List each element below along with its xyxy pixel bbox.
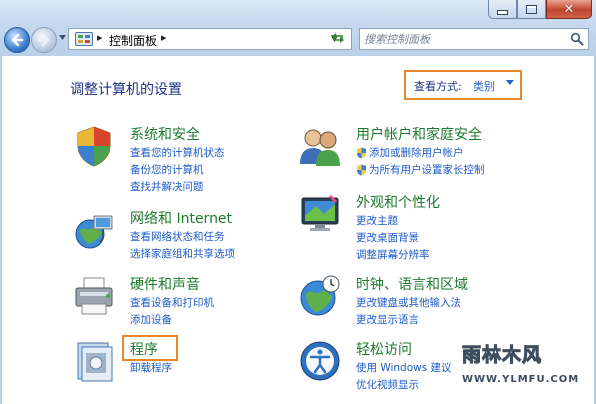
chevron-down-icon[interactable] xyxy=(506,80,514,85)
maximize-icon xyxy=(526,4,537,14)
category-title[interactable]: 硬件和声音 xyxy=(130,274,200,294)
window-controls: ✕ xyxy=(488,0,592,19)
watermark-title: 雨林木风 xyxy=(461,344,543,367)
category-links: 更改键盘或其他输入法 更改显示语言 xyxy=(356,295,461,329)
link-add-device[interactable]: 添加设备 xyxy=(130,312,214,329)
close-icon: ✕ xyxy=(563,1,575,17)
maximize-button[interactable] xyxy=(517,0,546,19)
breadcrumb-chevron-icon[interactable]: ▸ xyxy=(97,31,103,44)
category-title[interactable]: 时钟、语言和区域 xyxy=(356,274,468,294)
category-links: 卸载程序 xyxy=(130,360,172,377)
link-change-input-method[interactable]: 更改键盘或其他输入法 xyxy=(356,295,461,312)
view-mode-value[interactable]: 类别 xyxy=(473,78,495,94)
clock-globe-icon[interactable] xyxy=(298,274,342,318)
refresh-button[interactable] xyxy=(327,28,349,48)
control-panel-icon xyxy=(75,32,93,46)
category-links: 更改主题 更改桌面背景 调整屏幕分辨率 xyxy=(356,213,430,264)
link-parental-controls[interactable]: 为所有用户设置家长控制 xyxy=(356,162,485,179)
watermark-url: WWW.YLMFU.COM xyxy=(462,374,580,385)
watermark-logo: 雨林木风 WWW.YLMFU.COM xyxy=(461,340,592,400)
navigation-bar: ▸ 控制面板 ▸ ▼ xyxy=(0,24,596,56)
link-change-display-language[interactable]: 更改显示语言 xyxy=(356,312,461,329)
link-troubleshoot[interactable]: 查找并解决问题 xyxy=(130,179,225,196)
uac-shield-icon xyxy=(357,164,366,176)
category-links: 查看网络状态和任务 选择家庭组和共享选项 xyxy=(130,229,235,263)
category-links: 查看您的计算机状态 备份您的计算机 查找并解决问题 xyxy=(130,145,225,196)
breadcrumb-control-panel[interactable]: 控制面板 xyxy=(109,32,157,49)
search-input[interactable] xyxy=(364,31,564,47)
back-arrow-icon xyxy=(11,33,24,47)
link-change-background[interactable]: 更改桌面背景 xyxy=(356,230,430,247)
view-mode-label: 查看方式: xyxy=(414,80,462,93)
ease-of-access-icon[interactable] xyxy=(298,339,342,383)
page-title: 调整计算机的设置 xyxy=(70,82,182,98)
category-links: 添加或删除用户帐户 为所有用户设置家长控制 xyxy=(356,145,485,179)
recent-pages-dropdown[interactable] xyxy=(59,35,66,40)
uac-shield-icon xyxy=(357,147,366,159)
category-links: 使用 Windows 建议 优化视频显示 xyxy=(356,360,452,394)
programs-highlight-box xyxy=(122,335,178,361)
minimize-button[interactable] xyxy=(488,0,517,19)
search-icon[interactable] xyxy=(570,32,584,46)
view-mode-selector[interactable]: 查看方式: 类别 xyxy=(404,70,522,100)
category-title[interactable]: 轻松访问 xyxy=(356,339,412,359)
search-box xyxy=(359,28,589,50)
category-title[interactable]: 用户帐户和家庭安全 xyxy=(356,124,482,144)
programs-icon[interactable] xyxy=(72,339,116,383)
link-view-computer-status[interactable]: 查看您的计算机状态 xyxy=(130,145,225,162)
display-icon[interactable] xyxy=(298,192,342,236)
close-button[interactable]: ✕ xyxy=(546,0,592,19)
minimize-icon xyxy=(497,10,508,15)
users-icon[interactable] xyxy=(298,124,342,168)
link-optimize-video[interactable]: 优化视频显示 xyxy=(356,377,452,394)
link-devices-printers[interactable]: 查看设备和打印机 xyxy=(130,295,214,312)
link-view-network-status[interactable]: 查看网络状态和任务 xyxy=(130,229,235,246)
category-title[interactable]: 网络和 Internet xyxy=(130,208,232,228)
shield-icon[interactable] xyxy=(72,124,116,168)
link-add-remove-accounts-label[interactable]: 添加或删除用户帐户 xyxy=(369,147,464,159)
link-screen-resolution[interactable]: 调整屏幕分辨率 xyxy=(356,247,430,264)
address-bar[interactable]: ▸ 控制面板 ▸ ▼ xyxy=(68,28,352,50)
link-homegroup-sharing[interactable]: 选择家庭组和共享选项 xyxy=(130,246,235,263)
link-windows-suggestions[interactable]: 使用 Windows 建议 xyxy=(356,360,452,377)
link-backup-computer[interactable]: 备份您的计算机 xyxy=(130,162,225,179)
link-add-remove-accounts[interactable]: 添加或删除用户帐户 xyxy=(356,145,485,162)
printer-icon[interactable] xyxy=(72,274,116,318)
forward-arrow-icon xyxy=(37,33,50,47)
back-button[interactable] xyxy=(4,27,30,53)
link-uninstall-program[interactable]: 卸载程序 xyxy=(130,360,172,377)
network-globe-icon[interactable] xyxy=(72,208,116,252)
category-title[interactable]: 外观和个性化 xyxy=(356,192,440,212)
link-parental-controls-label[interactable]: 为所有用户设置家长控制 xyxy=(369,164,485,176)
refresh-icon xyxy=(332,33,344,43)
category-links: 查看设备和打印机 添加设备 xyxy=(130,295,214,329)
breadcrumb-chevron-icon[interactable]: ▸ xyxy=(161,31,167,44)
category-title[interactable]: 系统和安全 xyxy=(130,124,200,144)
forward-button[interactable] xyxy=(31,27,57,53)
link-change-theme[interactable]: 更改主题 xyxy=(356,213,430,230)
